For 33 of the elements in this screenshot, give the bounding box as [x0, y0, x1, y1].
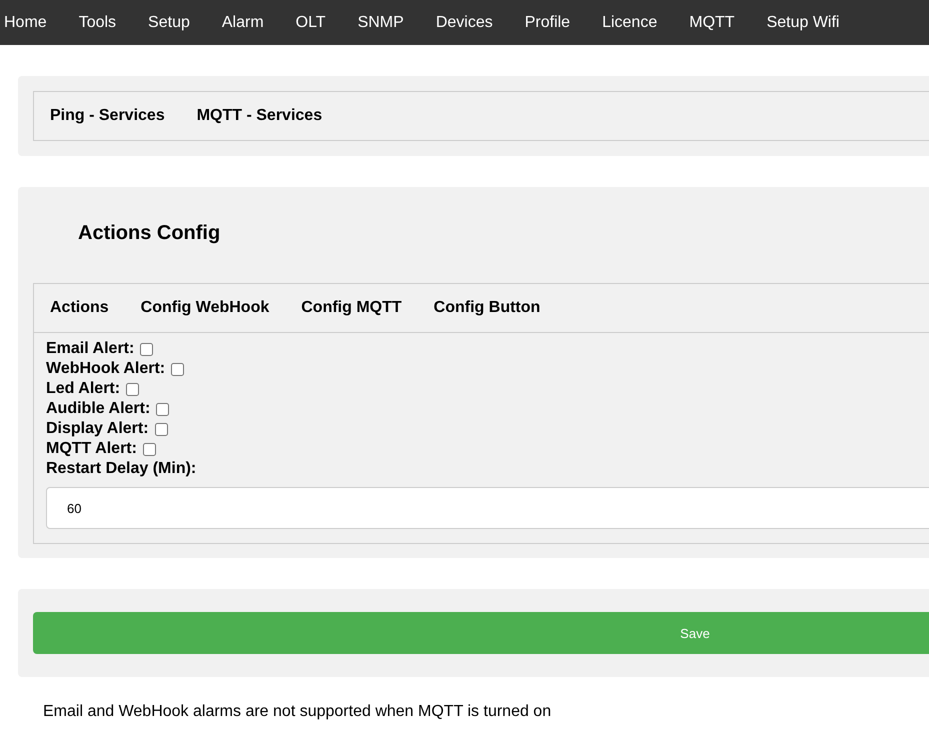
- nav-link[interactable]: MQTT: [689, 14, 735, 32]
- tab[interactable]: MQTT - Services: [182, 107, 336, 125]
- option-label: Email Alert:: [46, 339, 134, 359]
- checkbox[interactable]: [142, 442, 156, 456]
- option-label: WebHook Alert:: [46, 359, 166, 379]
- tab[interactable]: Config MQTT: [287, 299, 416, 317]
- nav-link[interactable]: Licence: [602, 14, 658, 32]
- nav-link[interactable]: OLT: [296, 14, 326, 32]
- tab[interactable]: Ping - Services: [36, 107, 179, 125]
- tab[interactable]: Config Button: [420, 299, 554, 317]
- nav-link[interactable]: Setup: [148, 14, 190, 32]
- nav-link[interactable]: SNMP: [358, 14, 404, 32]
- tab[interactable]: Config WebHook: [126, 299, 284, 317]
- nav-link[interactable]: Profile: [524, 14, 570, 32]
- nav-link[interactable]: Tools: [78, 14, 116, 32]
- checkbox[interactable]: [156, 402, 170, 416]
- nav-link[interactable]: Alarm: [222, 14, 264, 32]
- panel-title: Actions Config: [77, 221, 222, 246]
- input-field[interactable]: 60: [46, 487, 929, 529]
- checkbox[interactable]: [140, 342, 154, 356]
- checkbox[interactable]: [154, 422, 168, 436]
- checkbox[interactable]: [126, 382, 140, 396]
- option-label: Display Alert:: [46, 419, 149, 439]
- field-label: Restart Delay (Min):: [46, 459, 198, 479]
- option-label: Audible Alert:: [46, 399, 150, 419]
- nav-link[interactable]: Devices: [436, 14, 493, 32]
- note-text: Email and WebHook alarms are not supported when MQTT is turned on: [42, 702, 552, 721]
- checkbox[interactable]: [171, 362, 184, 376]
- tab[interactable]: Actions: [36, 299, 123, 317]
- option-label: Led Alert:: [46, 379, 120, 399]
- option-label: MQTT Alert:: [46, 439, 137, 459]
- nav-link[interactable]: Home: [4, 14, 47, 32]
- nav-link[interactable]: Setup Wifi: [766, 14, 840, 32]
